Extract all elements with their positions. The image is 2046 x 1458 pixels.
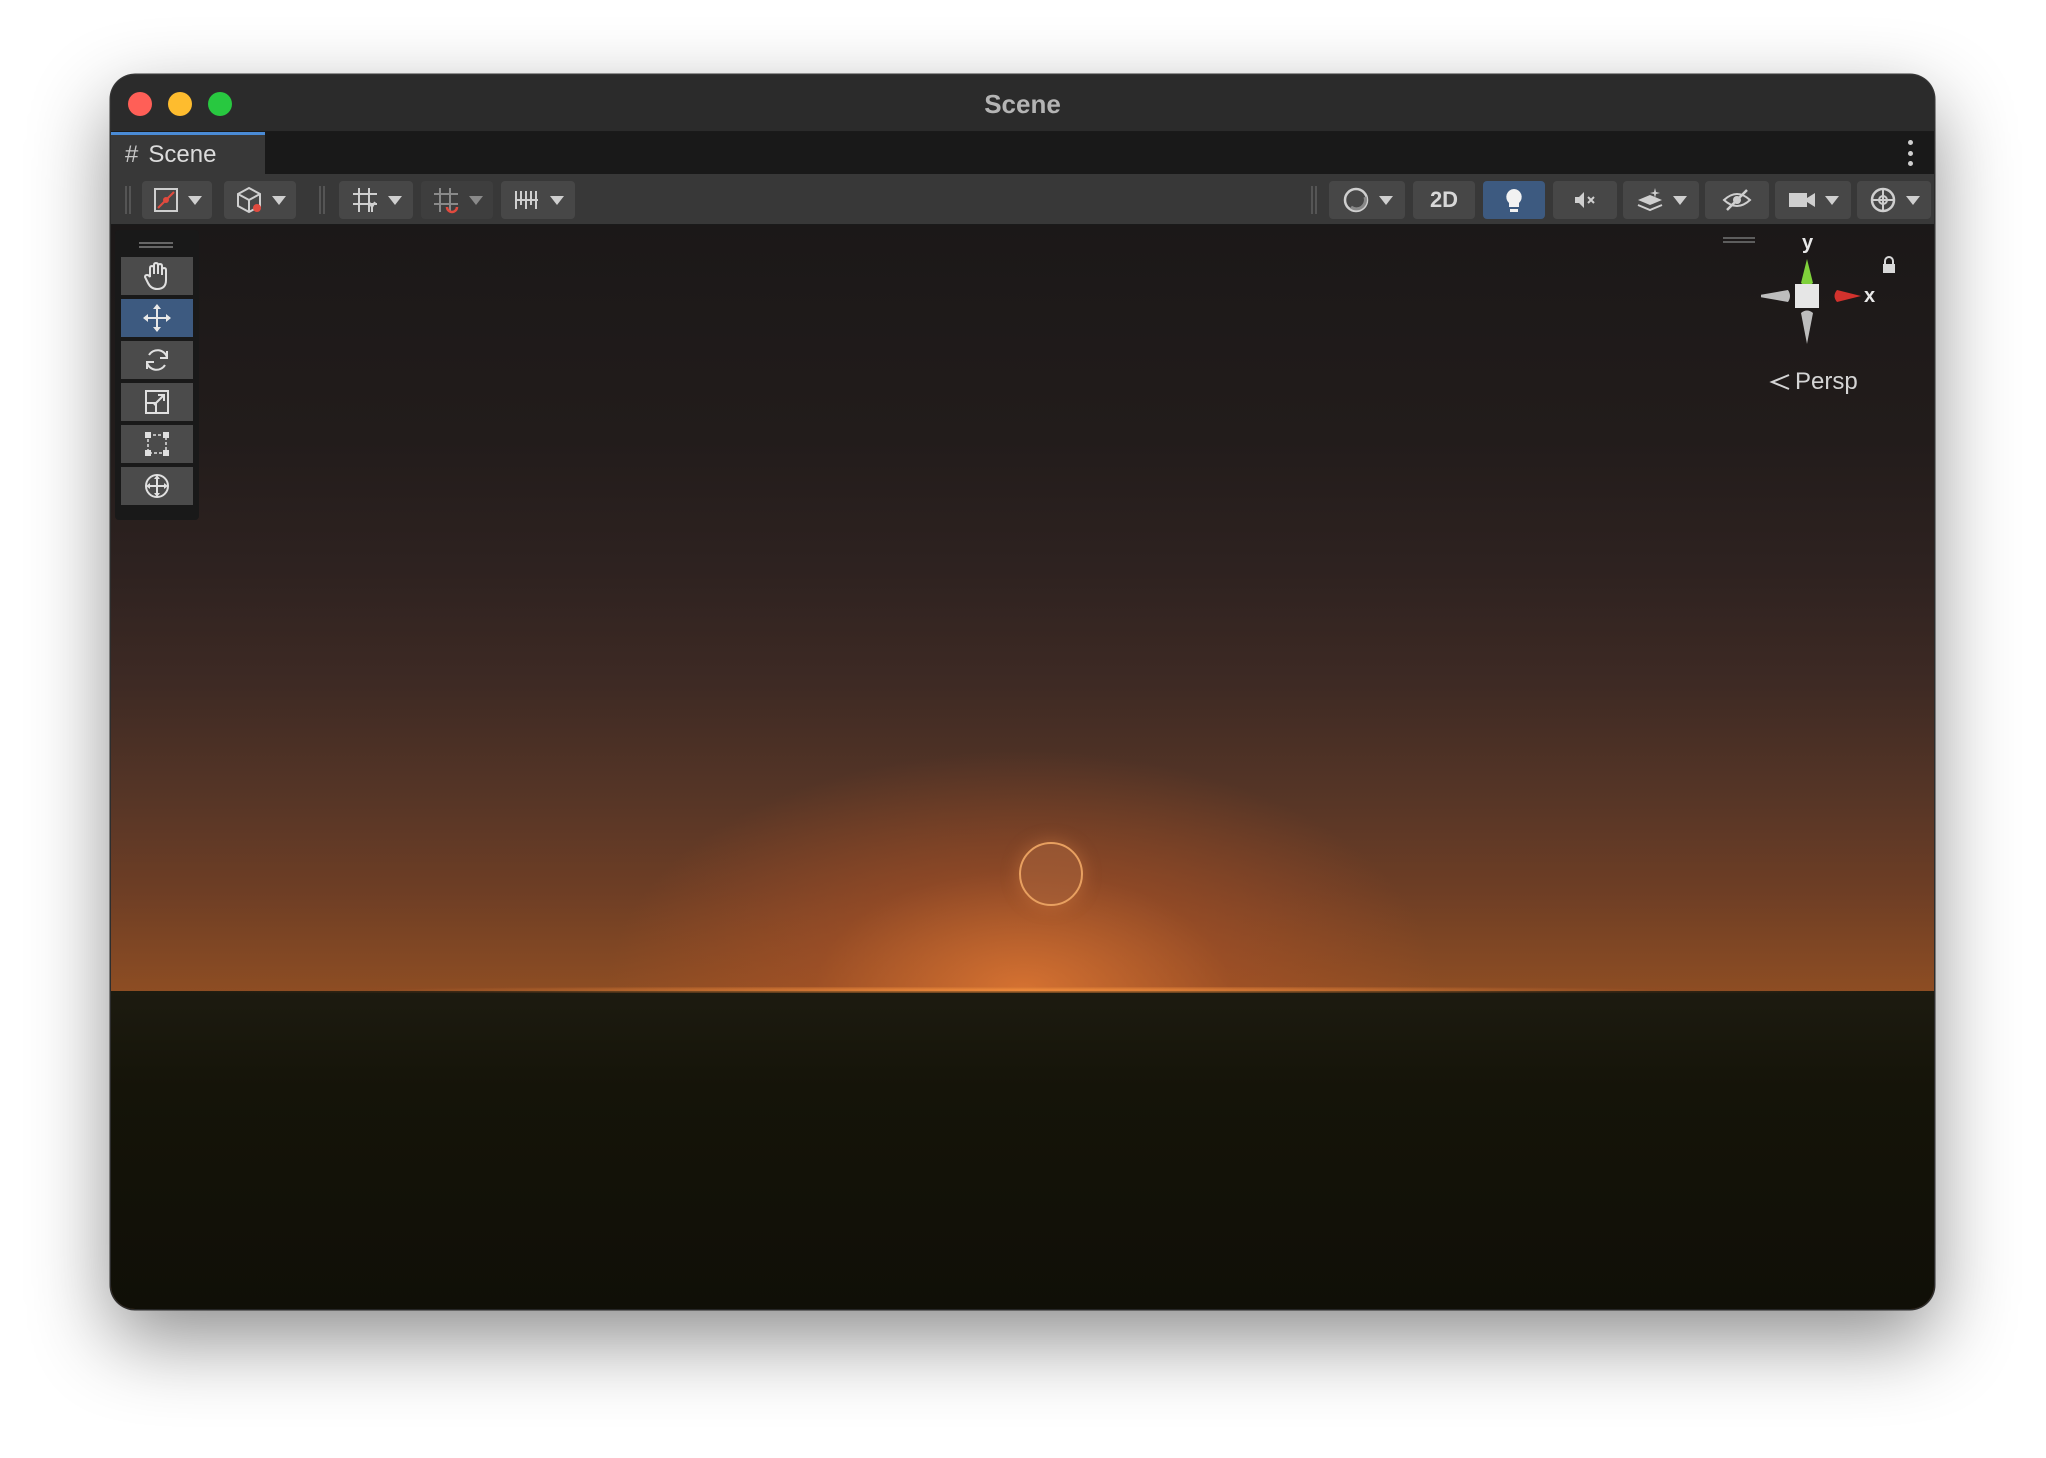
x-axis-cone [1834,290,1861,302]
grid-snapping-button[interactable] [421,181,493,219]
rect-tool-button[interactable] [121,425,193,463]
scene-viewport[interactable]: y x Persp [111,225,1934,1309]
gizmo-x-label: x [1864,285,1876,307]
toolbar-grip[interactable] [125,186,131,214]
neg-x-axis-cone [1754,290,1790,302]
rotate-icon [146,349,168,371]
grid-axis-icon [353,188,377,212]
rect-transform-icon [145,432,169,456]
gizmos-button[interactable] [1857,181,1931,219]
more-options-icon[interactable] [1906,140,1914,166]
window-title: Scene [984,89,1061,119]
projection-label: Persp [1795,368,1858,395]
audio-toggle-button[interactable] [1553,181,1617,219]
camera-icon [1789,193,1815,207]
draw-mode-button[interactable] [142,181,212,219]
hand-tool-button[interactable] [121,257,193,295]
rotate-tool-button[interactable] [121,341,193,379]
orientation-gizmo[interactable]: y x [1754,232,1921,365]
toolbar-grip[interactable] [1311,186,1317,214]
effects-button[interactable] [1623,181,1699,219]
gizmo-grip[interactable] [1723,237,1755,243]
transform-icon [145,474,169,498]
effects-layers-icon [1637,188,1663,212]
move-tool-button[interactable] [121,299,193,337]
scale-tool-button[interactable] [121,383,193,421]
toolbar-grip[interactable] [319,186,325,214]
draw-gizmo-icon [154,188,178,212]
title-bar: Scene [111,75,1934,132]
move-arrows-icon [143,304,171,332]
scene-toolbar: 2D [111,174,1934,225]
cube-icon [237,186,261,214]
projection-toggle[interactable]: Persp [1769,368,1858,396]
overlay-grip[interactable] [139,242,173,248]
gizmo-globe-icon [1870,187,1896,213]
camera-settings-button[interactable] [1775,181,1851,219]
hidden-objects-toggle-button[interactable] [1705,181,1769,219]
eye-slash-icon [1722,189,1752,211]
grid-snap-icon [434,188,459,214]
ground-plane [111,991,1934,1309]
grid-hash-icon: # [125,140,139,168]
toggle-2d-button[interactable]: 2D [1413,181,1475,219]
transform-tool-button[interactable] [121,467,193,505]
tab-scene-label: Scene [148,140,217,168]
scene-window: Scene # Scene 2D y x Persp [111,75,1934,1309]
hand-icon [143,261,167,291]
horizon-line [111,987,1934,993]
lighting-toggle-button[interactable] [1483,181,1545,219]
toggle-2d-label: 2D [1429,187,1459,212]
gizmo-y-label: y [1802,232,1814,254]
ruler-icon [515,191,538,209]
center-cube [1795,284,1819,308]
grid-visibility-button[interactable] [339,181,413,219]
audio-mute-icon [1575,192,1595,208]
shading-mode-button[interactable] [1329,181,1405,219]
y-axis-cone [1801,259,1813,286]
tab-scene[interactable]: # Scene [111,132,265,174]
scale-icon [145,390,169,414]
lightbulb-icon [1506,189,1522,212]
increment-snap-button[interactable] [501,181,575,219]
tools-overlay [115,230,199,520]
neg-y-axis-cone [1801,310,1813,344]
scene-view-mode-button[interactable] [224,181,296,219]
perspective-icon [1769,374,1790,390]
sun-disc [1019,842,1083,906]
sphere-shading-icon [1343,187,1369,213]
tab-bar: # Scene [111,132,1934,174]
